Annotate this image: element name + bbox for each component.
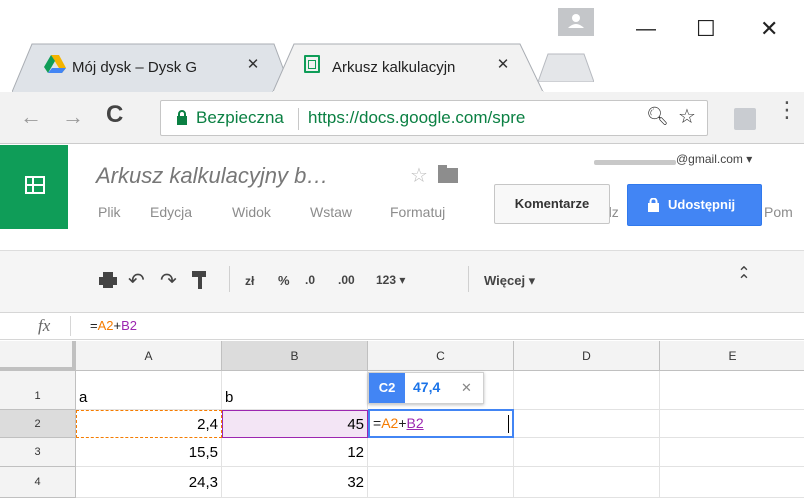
formula-plus: +	[113, 318, 122, 333]
forward-arrow-icon[interactable]: →	[62, 104, 84, 130]
cell-d4[interactable]	[514, 467, 660, 498]
cell-c3[interactable]	[368, 438, 514, 467]
cell-e2[interactable]	[660, 410, 804, 438]
formula-input[interactable]: =A2+B2	[90, 318, 137, 333]
toolbar-divider	[468, 266, 469, 292]
text-cursor	[508, 415, 509, 433]
cell-editor-text: =A2+B2	[373, 415, 424, 431]
editor-plus: +	[398, 415, 407, 431]
new-tab-button[interactable]	[537, 52, 595, 83]
star-icon[interactable]: ☆	[410, 163, 428, 188]
tab-label: Mój dysk – Dysk G	[72, 59, 198, 76]
menu-help-partial[interactable]: Pom	[764, 204, 793, 220]
undo-icon[interactable]: ↶	[128, 268, 145, 293]
print-icon[interactable]	[98, 270, 118, 295]
account-email-redacted	[594, 160, 676, 165]
reload-icon[interactable]: C	[106, 101, 123, 129]
column-header-c[interactable]: C	[368, 341, 514, 371]
cell-b3[interactable]: 12	[222, 438, 368, 467]
comments-button[interactable]: Komentarze	[494, 184, 610, 224]
share-button[interactable]: Udostępnij	[627, 184, 762, 226]
folder-icon[interactable]	[438, 165, 458, 183]
tab-spreadsheet[interactable]: Arkusz kalkulacyjn ✕	[272, 42, 544, 94]
sheets-tab-icon	[304, 55, 320, 73]
row-header-2[interactable]: 2	[0, 410, 76, 438]
formula-result-tooltip: C2 47,4 ✕	[368, 372, 484, 404]
share-label: Udostępnij	[668, 197, 736, 212]
menu-insert[interactable]: Wstaw	[310, 204, 352, 220]
row-header-3[interactable]: 3	[0, 438, 76, 467]
close-window-button[interactable]: ✕	[760, 16, 778, 42]
cell-d1[interactable]	[514, 371, 660, 410]
row-header-1[interactable]: 1	[0, 371, 76, 410]
tab-my-drive[interactable]: Mój dysk – Dysk G ✕	[12, 42, 292, 92]
doc-title[interactable]: Arkusz kalkulacyjny b…	[96, 163, 328, 189]
extension-icon[interactable]	[734, 108, 756, 130]
secure-label: Bezpieczna	[196, 108, 284, 127]
cell-a4[interactable]: 24,3	[76, 467, 222, 498]
cell-e1[interactable]	[660, 371, 804, 410]
cell-e3[interactable]	[660, 438, 804, 467]
cell-b2[interactable]: 45	[222, 410, 368, 438]
cell-a1[interactable]: a	[76, 371, 222, 410]
column-header-a[interactable]: A	[76, 341, 222, 371]
cell-c4[interactable]	[368, 467, 514, 498]
tooltip-close-icon[interactable]: ✕	[461, 380, 472, 396]
formula-ref-b2: B2	[121, 318, 137, 333]
editor-ref-a2: A2	[381, 415, 399, 431]
cell-b4[interactable]: 32	[222, 467, 368, 498]
lock-icon	[176, 110, 188, 131]
cell-c2-editor[interactable]: =A2+B2	[368, 409, 514, 438]
tab-close-icon[interactable]: ✕	[244, 55, 262, 73]
editor-equals: =	[373, 415, 382, 431]
lock-icon	[648, 197, 659, 217]
cell-a2[interactable]: 2,4	[76, 410, 222, 438]
back-arrow-icon[interactable]: ←	[20, 104, 42, 130]
star-icon[interactable]: ☆	[678, 104, 696, 129]
zoom-icon[interactable]: 🔍︎	[646, 106, 669, 127]
formula-equals: =	[90, 318, 98, 333]
cell-d2[interactable]	[514, 410, 660, 438]
address-divider	[298, 108, 299, 130]
menu-edit[interactable]: Edycja	[150, 204, 192, 220]
formula-ref-a2: A2	[97, 318, 114, 333]
select-all-corner[interactable]	[0, 341, 76, 371]
cell-a3[interactable]: 15,5	[76, 438, 222, 467]
increase-decimal-button[interactable]: .00	[338, 273, 355, 287]
percent-format-button[interactable]: %	[278, 273, 290, 288]
toolbar-divider	[229, 266, 230, 292]
more-button[interactable]: Więcej ▾	[484, 273, 535, 289]
tooltip-value: 47,4	[413, 379, 441, 395]
sheets-home-icon[interactable]	[0, 145, 68, 229]
browser-window: Mój dysk – Dysk G ✕ Arkusz kalkulacyjn ✕…	[0, 0, 804, 498]
decrease-decimal-button[interactable]: .0	[305, 273, 315, 287]
more-formats-button[interactable]: 123 ▾	[376, 273, 405, 287]
column-header-e[interactable]: E	[660, 341, 804, 371]
paint-format-icon[interactable]	[192, 270, 208, 295]
fx-icon: fx	[38, 316, 51, 335]
account-email[interactable]: @gmail.com ▾	[676, 152, 752, 166]
user-icon[interactable]	[558, 8, 594, 36]
url-text[interactable]: https://docs.google.com/spre	[308, 108, 638, 128]
menu-format[interactable]: Formatuj	[390, 204, 445, 220]
menu-view[interactable]: Widok	[232, 204, 271, 220]
editor-ref-b2: B2	[406, 415, 424, 431]
more-icon[interactable]: ⋮	[776, 99, 798, 121]
row-header-4[interactable]: 4	[0, 467, 76, 498]
cell-b1[interactable]: b	[222, 371, 368, 410]
column-header-b[interactable]: B	[222, 341, 368, 371]
tab-label: Arkusz kalkulacyjn	[332, 59, 456, 76]
tab-close-icon[interactable]: ✕	[494, 55, 512, 73]
collapse-icon[interactable]: ⌃ ⌃	[734, 266, 754, 290]
maximize-button[interactable]: ☐	[696, 16, 716, 42]
currency-format-button[interactable]: zł	[245, 274, 254, 288]
redo-icon[interactable]: ↷	[160, 268, 177, 293]
menu-file[interactable]: Plik	[98, 204, 121, 220]
cell-d3[interactable]	[514, 438, 660, 467]
column-header-d[interactable]: D	[514, 341, 660, 371]
formula-divider	[70, 316, 71, 336]
cell-e4[interactable]	[660, 467, 804, 498]
tooltip-cell-ref: C2	[369, 373, 405, 403]
minimize-button[interactable]: —	[636, 18, 656, 41]
